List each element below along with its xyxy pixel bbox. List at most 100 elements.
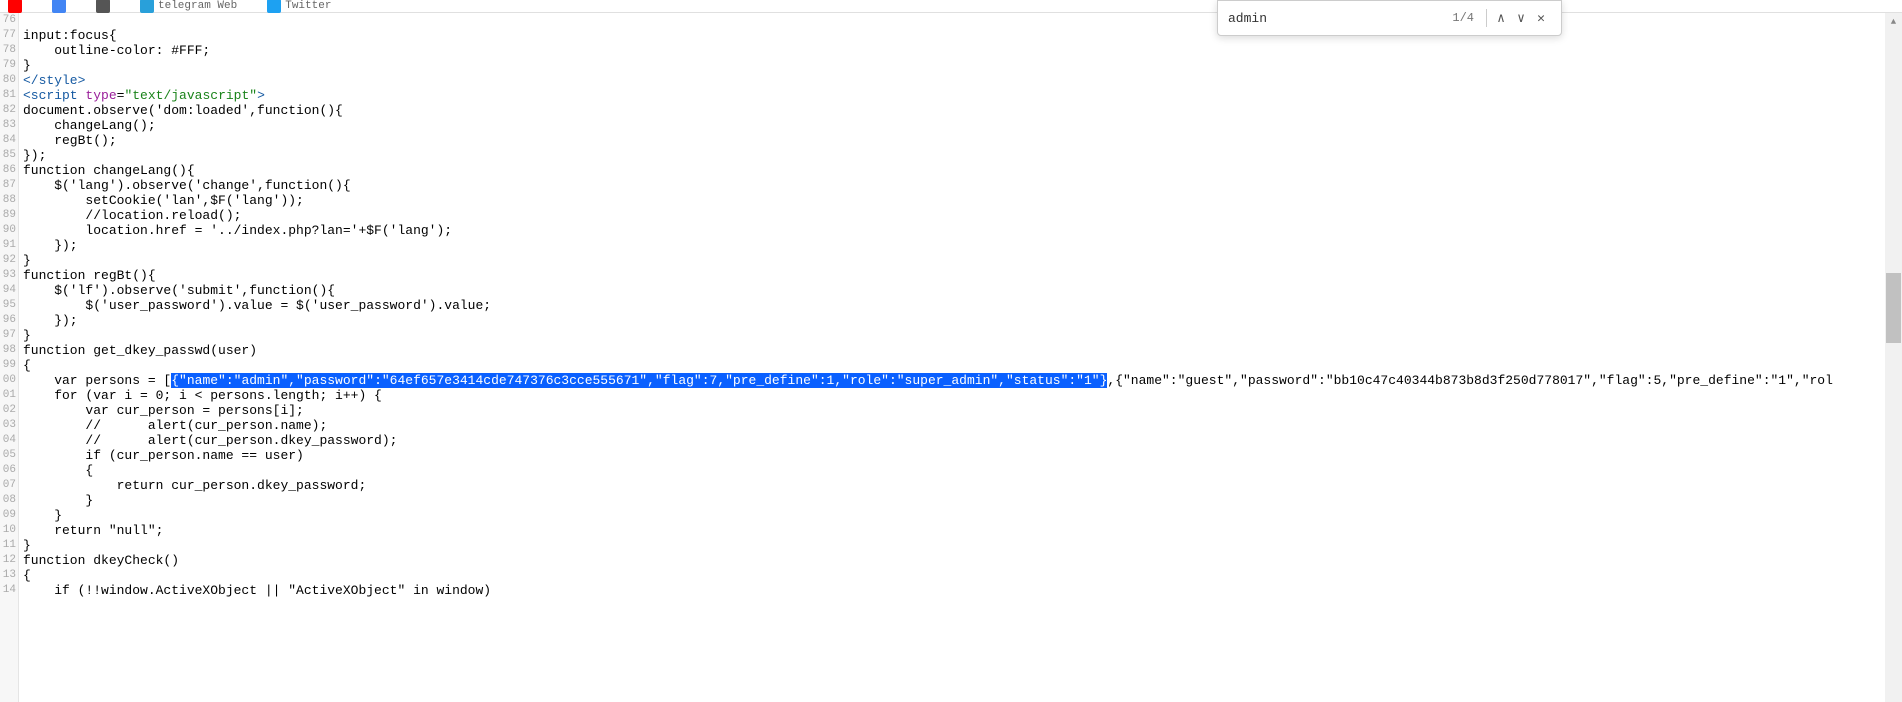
line-number: 99	[0, 358, 18, 373]
line-number: 94	[0, 283, 18, 298]
code-line: }	[23, 508, 1902, 523]
line-number: 82	[0, 103, 18, 118]
code-line: var cur_person = persons[i];	[23, 403, 1902, 418]
line-number: 07	[0, 478, 18, 493]
line-number: 83	[0, 118, 18, 133]
close-icon: ✕	[1537, 11, 1545, 26]
bookmark-icon	[8, 0, 22, 13]
code-line: }	[23, 58, 1902, 73]
bookmark-item[interactable]: telegram Web	[140, 0, 237, 13]
line-number: 03	[0, 418, 18, 433]
line-number: 02	[0, 403, 18, 418]
line-number: 98	[0, 343, 18, 358]
bookmark-item[interactable]: Twitter	[267, 0, 331, 13]
code-line: // alert(cur_person.dkey_password);	[23, 433, 1902, 448]
code-line: return "null";	[23, 523, 1902, 538]
code-line: setCookie('lan',$F('lang'));	[23, 193, 1902, 208]
code-line: <script type="text/javascript">	[23, 88, 1902, 103]
code-line: }	[23, 253, 1902, 268]
line-number-gutter: 7677787980818283848586878889909192939495…	[0, 13, 19, 702]
line-number: 81	[0, 88, 18, 103]
code-line: if (cur_person.name == user)	[23, 448, 1902, 463]
line-number: 01	[0, 388, 18, 403]
line-number: 06	[0, 463, 18, 478]
code-line: });	[23, 148, 1902, 163]
code-line: function changeLang(){	[23, 163, 1902, 178]
chevron-down-icon: ∨	[1517, 11, 1525, 26]
code-line: location.href = '../index.php?lan='+$F('…	[23, 223, 1902, 238]
code-line: </style>	[23, 73, 1902, 88]
chevron-up-icon: ∧	[1497, 11, 1505, 26]
code-area[interactable]: input:focus{ outline-color: #FFF;}</styl…	[19, 13, 1902, 702]
bookmark-item[interactable]	[8, 0, 22, 13]
code-line: {	[23, 568, 1902, 583]
bookmark-icon	[96, 0, 110, 13]
twitter-icon	[267, 0, 281, 13]
line-number: 11	[0, 538, 18, 553]
bookmark-icon	[52, 0, 66, 13]
line-number: 12	[0, 553, 18, 568]
code-editor: 7677787980818283848586878889909192939495…	[0, 13, 1902, 702]
line-number: 84	[0, 133, 18, 148]
code-line: input:focus{	[23, 28, 1902, 43]
line-number: 80	[0, 73, 18, 88]
code-line: {	[23, 358, 1902, 373]
code-line: changeLang();	[23, 118, 1902, 133]
find-close-button[interactable]: ✕	[1531, 8, 1551, 28]
bookmark-label: telegram Web	[158, 0, 237, 12]
line-number: 00	[0, 373, 18, 388]
code-line: document.observe('dom:loaded',function()…	[23, 103, 1902, 118]
line-number: 14	[0, 583, 18, 598]
code-line: function regBt(){	[23, 268, 1902, 283]
find-input[interactable]: admin	[1228, 11, 1444, 26]
vertical-scrollbar[interactable]: ▲	[1885, 13, 1902, 702]
line-number: 89	[0, 208, 18, 223]
find-count: 1/4	[1444, 11, 1482, 25]
line-number: 86	[0, 163, 18, 178]
code-line: return cur_person.dkey_password;	[23, 478, 1902, 493]
code-line	[23, 13, 1902, 28]
line-number: 97	[0, 328, 18, 343]
code-line: {	[23, 463, 1902, 478]
bookmark-item[interactable]	[52, 0, 66, 13]
code-line: });	[23, 313, 1902, 328]
scroll-thumb[interactable]	[1886, 273, 1901, 343]
bookmark-item[interactable]	[96, 0, 110, 13]
line-number: 10	[0, 523, 18, 538]
line-number: 09	[0, 508, 18, 523]
code-line: var persons = [{"name":"admin","password…	[23, 373, 1902, 388]
code-line: $('lang').observe('change',function(){	[23, 178, 1902, 193]
line-number: 91	[0, 238, 18, 253]
line-number: 88	[0, 193, 18, 208]
code-line: $('lf').observe('submit',function(){	[23, 283, 1902, 298]
find-prev-button[interactable]: ∧	[1491, 8, 1511, 28]
line-number: 85	[0, 148, 18, 163]
line-number: 93	[0, 268, 18, 283]
line-number: 96	[0, 313, 18, 328]
code-line: function dkeyCheck()	[23, 553, 1902, 568]
line-number: 79	[0, 58, 18, 73]
code-line: });	[23, 238, 1902, 253]
code-line: regBt();	[23, 133, 1902, 148]
code-line: for (var i = 0; i < persons.length; i++)…	[23, 388, 1902, 403]
code-line: function get_dkey_passwd(user)	[23, 343, 1902, 358]
bookmark-label: Twitter	[285, 0, 331, 12]
telegram-icon	[140, 0, 154, 13]
code-line: }	[23, 493, 1902, 508]
line-number: 87	[0, 178, 18, 193]
line-number: 77	[0, 28, 18, 43]
bookmarks-bar: telegram Web Twitter admin 1/4 ∧ ∨ ✕	[0, 0, 1902, 13]
line-number: 78	[0, 43, 18, 58]
line-number: 13	[0, 568, 18, 583]
find-next-button[interactable]: ∨	[1511, 8, 1531, 28]
line-number: 08	[0, 493, 18, 508]
line-number: 95	[0, 298, 18, 313]
line-number: 76	[0, 13, 18, 28]
divider	[1486, 9, 1487, 27]
code-line: }	[23, 328, 1902, 343]
scroll-up-arrow[interactable]: ▲	[1885, 13, 1902, 30]
find-bar: admin 1/4 ∧ ∨ ✕	[1217, 0, 1562, 36]
line-number: 05	[0, 448, 18, 463]
code-line: //location.reload();	[23, 208, 1902, 223]
line-number: 04	[0, 433, 18, 448]
